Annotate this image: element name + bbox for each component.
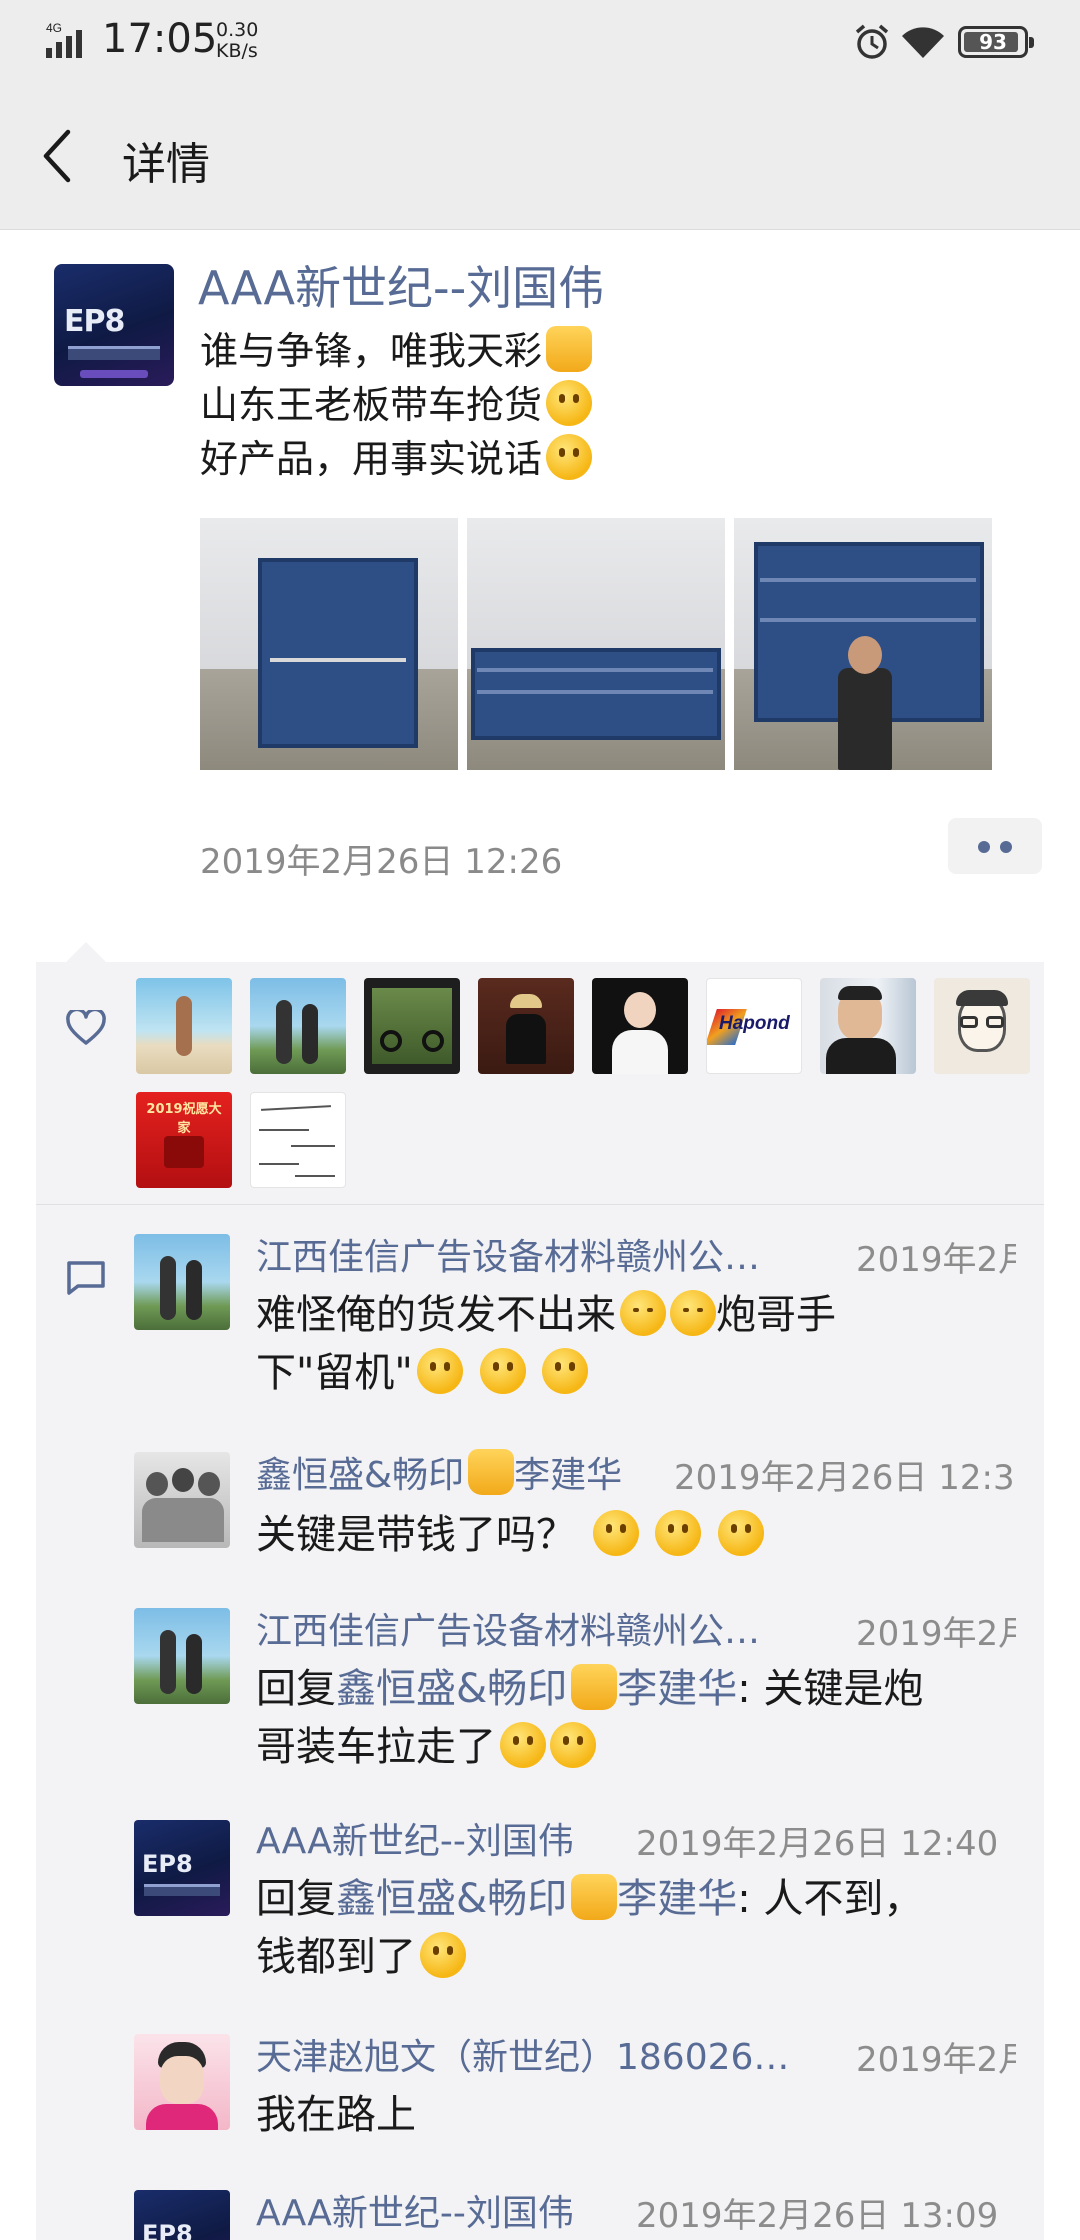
cry-laugh-icon <box>620 1290 666 1336</box>
cry-laugh-icon <box>670 1290 716 1336</box>
comment-time: 2019年2月26日 12:40 <box>636 1824 999 1864</box>
comments-region: 江西佳信广告设备材料赣州公… 2019年2月 难怪俺的货发不出来 炮哥手 下"留机… <box>0 0 1016 2240</box>
comment-author[interactable]: 江西佳信广告设备材料赣州公… <box>256 1602 760 1654</box>
grin-icon <box>718 1510 765 1556</box>
reply-target[interactable]: 鑫恒盛&畅印 李建华 <box>336 1874 737 1922</box>
comment-time: 2019年2月26日 13:09 <box>636 2196 999 2236</box>
beer-icon <box>571 1664 618 1710</box>
comment-avatar[interactable]: EP8 <box>134 2190 230 2240</box>
comment-avatar[interactable] <box>134 2034 230 2130</box>
comment-author[interactable]: 鑫恒盛&畅印 李建华 <box>256 1446 622 1498</box>
grin-icon <box>416 1348 463 1394</box>
beer-icon <box>468 1449 515 1495</box>
comment-text: 回复鑫恒盛&畅印 李建华: 关键是炮 哥装车拉走了 <box>256 1664 924 1770</box>
grin-icon <box>592 1510 639 1556</box>
comment-text: 关键是带钱了吗？ <box>256 1506 1006 1564</box>
beer-icon <box>571 1874 618 1920</box>
fist-icon <box>500 1722 546 1768</box>
grin-icon <box>655 1510 702 1556</box>
grin-icon <box>420 1932 466 1978</box>
comment-time: 2019年2月 <box>856 2040 1016 2080</box>
comment-avatar[interactable] <box>134 1608 230 1704</box>
comment-time: 2019年2月26日 12:3 <box>674 1458 1015 1498</box>
grin-icon <box>479 1348 526 1394</box>
fist-icon <box>550 1722 596 1768</box>
comment-time: 2019年2月 <box>856 1614 1016 1654</box>
battery-nub <box>1029 37 1034 48</box>
comment-text: 回复鑫恒盛&畅印 李建华: 人不到， 钱都到了 <box>256 1874 924 1980</box>
comment-avatar[interactable] <box>134 1234 230 1330</box>
grin-icon <box>542 1348 589 1394</box>
comment-author[interactable]: 江西佳信广告设备材料赣州公… <box>256 1228 760 1280</box>
reply-target[interactable]: 鑫恒盛&畅印 李建华 <box>336 1664 737 1712</box>
comment-avatar[interactable]: EP8 <box>134 1820 230 1916</box>
comment-text: 我在路上 <box>256 2092 416 2138</box>
comment-avatar[interactable] <box>134 1452 230 1548</box>
comment-text: 难怪俺的货发不出来 炮哥手 下"留机" <box>256 1290 836 1396</box>
comment-author[interactable]: AAA新世纪--刘国伟 <box>256 2184 574 2236</box>
comment-author[interactable]: AAA新世纪--刘国伟 <box>256 1812 574 1864</box>
comment-time: 2019年2月 <box>856 1240 1016 1280</box>
comment-author[interactable]: 天津赵旭文（新世纪）186026… <box>256 2028 789 2080</box>
